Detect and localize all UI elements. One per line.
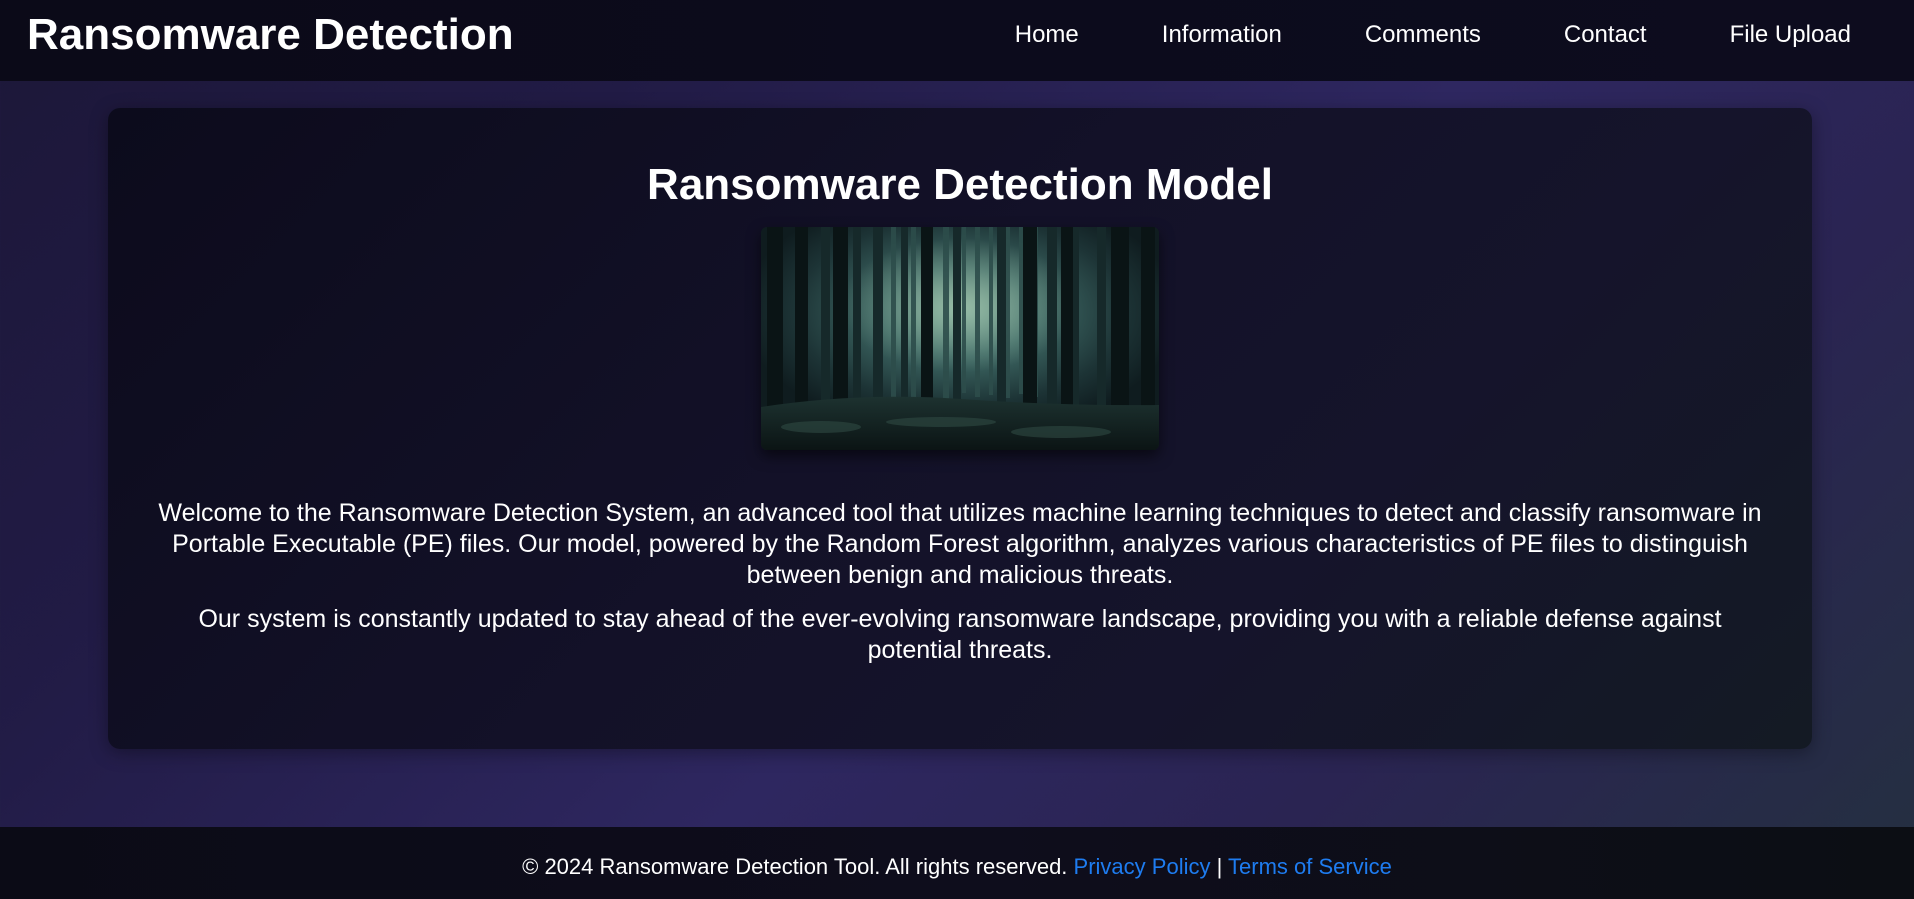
nav-contact-link[interactable]: Contact <box>1564 21 1647 49</box>
main-card: Ransomware Detection Model Welcome to th… <box>108 108 1812 749</box>
site-brand: Ransomware Detection <box>27 10 514 59</box>
nav-home-link[interactable]: Home <box>1015 21 1079 49</box>
copyright-text: © 2024 Ransomware Detection Tool. All ri… <box>522 854 1068 879</box>
update-paragraph: Our system is constantly updated to stay… <box>198 605 1722 664</box>
nav-links: Home Information Comments Contact File U… <box>1015 0 1914 70</box>
intro-paragraph: Welcome to the Ransomware Detection Syst… <box>158 499 1762 589</box>
nav-file-upload-link[interactable]: File Upload <box>1730 21 1851 49</box>
footer: © 2024 Ransomware Detection Tool. All ri… <box>0 827 1914 899</box>
privacy-policy-link[interactable]: Privacy Policy <box>1074 854 1211 879</box>
terms-of-service-link[interactable]: Terms of Service <box>1228 854 1392 879</box>
dark-forest-image <box>761 227 1159 450</box>
page-title: Ransomware Detection Model <box>647 160 1273 209</box>
nav-information-link[interactable]: Information <box>1162 21 1282 49</box>
navbar: Ransomware Detection Home Information Co… <box>0 0 1914 81</box>
nav-comments-link[interactable]: Comments <box>1365 21 1481 49</box>
footer-separator: | <box>1216 854 1223 879</box>
